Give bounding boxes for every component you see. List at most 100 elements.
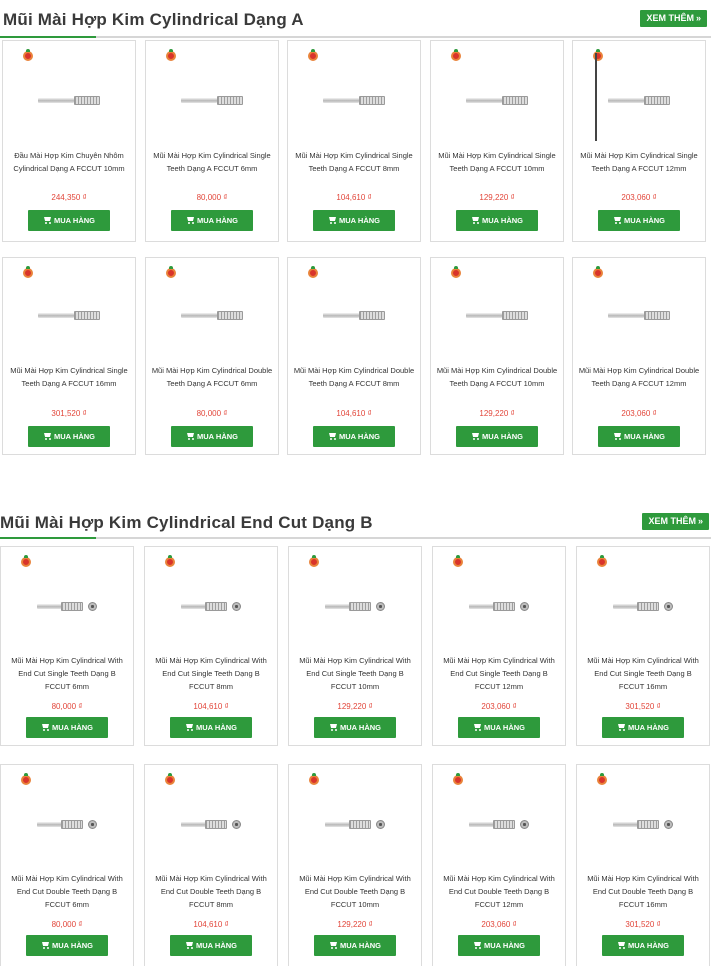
brand-logo-icon bbox=[451, 49, 461, 61]
cart-icon bbox=[41, 724, 50, 731]
product-price: 203,060 ₫ bbox=[621, 409, 657, 418]
product-image[interactable] bbox=[289, 805, 421, 845]
product-image[interactable] bbox=[146, 81, 278, 121]
product-card[interactable]: Mũi Mài Hợp Kim Cylindrical With End Cut… bbox=[144, 764, 278, 966]
buy-button[interactable]: MUA HÀNG bbox=[456, 210, 538, 231]
buy-label: MUA HÀNG bbox=[482, 432, 523, 441]
buy-button[interactable]: MUA HÀNG bbox=[598, 210, 680, 231]
product-price: 104,610 ₫ bbox=[336, 193, 372, 202]
product-card[interactable]: Mũi Mài Hợp Kim Cylindrical With End Cut… bbox=[432, 546, 566, 746]
product-card[interactable]: Mũi Mài Hợp Kim Cylindrical Double Teeth… bbox=[430, 257, 564, 455]
product-name[interactable]: Mũi Mài Hợp Kim Cylindrical With End Cut… bbox=[5, 872, 129, 911]
product-card[interactable]: Mũi Mài Hợp Kim Cylindrical With End Cut… bbox=[144, 546, 278, 746]
product-image[interactable] bbox=[573, 296, 705, 336]
product-image[interactable] bbox=[433, 805, 565, 845]
product-card[interactable]: Mũi Mài Hợp Kim Cylindrical With End Cut… bbox=[576, 764, 710, 966]
product-image[interactable] bbox=[1, 587, 133, 627]
product-name[interactable]: Mũi Mài Hợp Kim Cylindrical Double Teeth… bbox=[577, 364, 701, 390]
product-card[interactable]: Mũi Mài Hợp Kim Cylindrical Double Teeth… bbox=[145, 257, 279, 455]
product-name[interactable]: Mũi Mài Hợp Kim Cylindrical Double Teeth… bbox=[150, 364, 274, 390]
product-price: 244,350 ₫ bbox=[51, 193, 87, 202]
product-card[interactable]: Mũi Mài Hợp Kim Cylindrical Double Teeth… bbox=[572, 257, 706, 455]
product-card[interactable]: Mũi Mài Hợp Kim Cylindrical Single Teeth… bbox=[287, 40, 421, 242]
product-image[interactable] bbox=[3, 81, 135, 121]
product-price: 203,060 ₫ bbox=[481, 920, 517, 929]
title-underline bbox=[0, 537, 96, 539]
buy-button[interactable]: MUA HÀNG bbox=[602, 935, 684, 956]
buy-button[interactable]: MUA HÀNG bbox=[313, 426, 395, 447]
product-image[interactable] bbox=[1, 805, 133, 845]
buy-button[interactable]: MUA HÀNG bbox=[314, 935, 396, 956]
product-image[interactable] bbox=[3, 296, 135, 336]
product-name[interactable]: Mũi Mài Hợp Kim Cylindrical With End Cut… bbox=[437, 872, 561, 911]
brand-logo-icon bbox=[165, 555, 175, 567]
product-name[interactable]: Mũi Mài Hợp Kim Cylindrical With End Cut… bbox=[581, 654, 705, 693]
product-card[interactable]: Đầu Mài Hợp Kim Chuyên Nhôm Cylindrical … bbox=[2, 40, 136, 242]
product-name[interactable]: Mũi Mài Hợp Kim Cylindrical With End Cut… bbox=[293, 654, 417, 693]
product-image[interactable] bbox=[577, 587, 709, 627]
product-image[interactable] bbox=[288, 81, 420, 121]
product-name[interactable]: Mũi Mài Hợp Kim Cylindrical With End Cut… bbox=[5, 654, 129, 693]
product-name[interactable]: Mũi Mài Hợp Kim Cylindrical With End Cut… bbox=[293, 872, 417, 911]
product-name[interactable]: Mũi Mài Hợp Kim Cylindrical Double Teeth… bbox=[292, 364, 416, 390]
buy-button[interactable]: MUA HÀNG bbox=[598, 426, 680, 447]
product-name[interactable]: Mũi Mài Hợp Kim Cylindrical Single Teeth… bbox=[577, 149, 701, 175]
product-card[interactable]: Mũi Mài Hợp Kim Cylindrical Single Teeth… bbox=[2, 257, 136, 455]
product-image[interactable] bbox=[289, 587, 421, 627]
product-card[interactable]: Mũi Mài Hợp Kim Cylindrical Single Teeth… bbox=[145, 40, 279, 242]
see-more-button[interactable]: XEM THÊM» bbox=[640, 10, 707, 27]
product-card[interactable]: Mũi Mài Hợp Kim Cylindrical With End Cut… bbox=[432, 764, 566, 966]
product-image[interactable] bbox=[433, 587, 565, 627]
product-card[interactable]: Mũi Mài Hợp Kim Cylindrical Single Teeth… bbox=[430, 40, 564, 242]
product-card[interactable]: Mũi Mài Hợp Kim Cylindrical Single Teeth… bbox=[572, 40, 706, 242]
buy-button[interactable]: MUA HÀNG bbox=[456, 426, 538, 447]
product-image[interactable] bbox=[145, 587, 277, 627]
product-card[interactable]: Mũi Mài Hợp Kim Cylindrical With End Cut… bbox=[576, 546, 710, 746]
product-card[interactable]: Mũi Mài Hợp Kim Cylindrical Double Teeth… bbox=[287, 257, 421, 455]
buy-button[interactable]: MUA HÀNG bbox=[171, 426, 253, 447]
product-image[interactable] bbox=[577, 805, 709, 845]
brand-logo-icon bbox=[21, 555, 31, 567]
see-more-button[interactable]: XEM THÊM» bbox=[642, 513, 709, 530]
product-name[interactable]: Mũi Mài Hợp Kim Cylindrical With End Cut… bbox=[581, 872, 705, 911]
product-image[interactable] bbox=[573, 81, 705, 121]
product-name[interactable]: Mũi Mài Hợp Kim Cylindrical With End Cut… bbox=[437, 654, 561, 693]
buy-button[interactable]: MUA HÀNG bbox=[313, 210, 395, 231]
brand-logo-icon bbox=[21, 773, 31, 785]
buy-button[interactable]: MUA HÀNG bbox=[28, 426, 110, 447]
product-image[interactable] bbox=[431, 296, 563, 336]
buy-button[interactable]: MUA HÀNG bbox=[26, 717, 108, 738]
product-name[interactable]: Mũi Mài Hợp Kim Cylindrical Single Teeth… bbox=[435, 149, 559, 175]
product-card[interactable]: Mũi Mài Hợp Kim Cylindrical With End Cut… bbox=[0, 764, 134, 966]
cart-icon bbox=[473, 942, 482, 949]
product-image[interactable] bbox=[145, 805, 277, 845]
product-price: 301,520 ₫ bbox=[51, 409, 87, 418]
product-name[interactable]: Mũi Mài Hợp Kim Cylindrical With End Cut… bbox=[149, 872, 273, 911]
product-name[interactable]: Mũi Mài Hợp Kim Cylindrical Single Teeth… bbox=[292, 149, 416, 175]
product-image[interactable] bbox=[431, 81, 563, 121]
section-cylindrical-end-cut-b: Mũi Mài Hợp Kim Cylindrical End Cut Dạng… bbox=[0, 510, 711, 539]
buy-button[interactable]: MUA HÀNG bbox=[28, 210, 110, 231]
product-name[interactable]: Mũi Mài Hợp Kim Cylindrical Single Teeth… bbox=[7, 364, 131, 390]
product-price: 129,220 ₫ bbox=[337, 920, 373, 929]
buy-button[interactable]: MUA HÀNG bbox=[26, 935, 108, 956]
product-name[interactable]: Mũi Mài Hợp Kim Cylindrical Single Teeth… bbox=[150, 149, 274, 175]
buy-button[interactable]: MUA HÀNG bbox=[170, 935, 252, 956]
buy-button[interactable]: MUA HÀNG bbox=[458, 717, 540, 738]
product-name[interactable]: Mũi Mài Hợp Kim Cylindrical With End Cut… bbox=[149, 654, 273, 693]
buy-label: MUA HÀNG bbox=[197, 432, 238, 441]
product-name[interactable]: Đầu Mài Hợp Kim Chuyên Nhôm Cylindrical … bbox=[7, 149, 131, 175]
buy-button[interactable]: MUA HÀNG bbox=[171, 210, 253, 231]
buy-button[interactable]: MUA HÀNG bbox=[458, 935, 540, 956]
product-image[interactable] bbox=[146, 296, 278, 336]
product-card[interactable]: Mũi Mài Hợp Kim Cylindrical With End Cut… bbox=[288, 764, 422, 966]
buy-label: MUA HÀNG bbox=[340, 723, 381, 732]
product-card[interactable]: Mũi Mài Hợp Kim Cylindrical With End Cut… bbox=[0, 546, 134, 746]
product-image[interactable] bbox=[288, 296, 420, 336]
buy-label: MUA HÀNG bbox=[484, 723, 525, 732]
product-name[interactable]: Mũi Mài Hợp Kim Cylindrical Double Teeth… bbox=[435, 364, 559, 390]
buy-button[interactable]: MUA HÀNG bbox=[314, 717, 396, 738]
product-card[interactable]: Mũi Mài Hợp Kim Cylindrical With End Cut… bbox=[288, 546, 422, 746]
buy-button[interactable]: MUA HÀNG bbox=[602, 717, 684, 738]
buy-button[interactable]: MUA HÀNG bbox=[170, 717, 252, 738]
